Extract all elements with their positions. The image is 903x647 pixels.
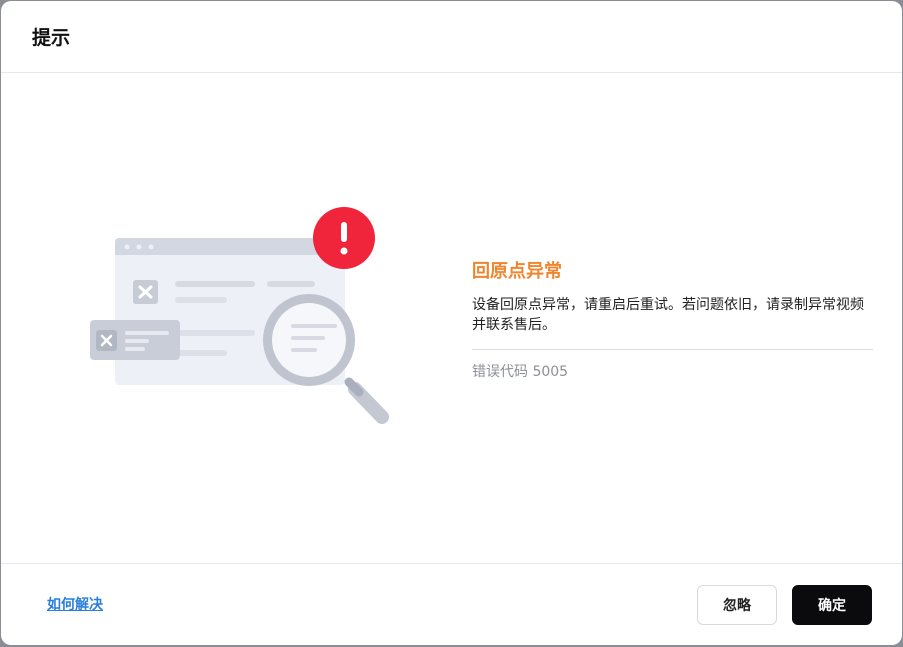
error-info: 回原点异常 设备回原点异常，请重启后重试。若问题依旧，请录制异常视频并联系售后。… bbox=[472, 259, 873, 382]
error-illustration bbox=[87, 206, 397, 431]
dialog-header: 提示 bbox=[1, 1, 902, 73]
how-to-solve-link[interactable]: 如何解决 bbox=[47, 595, 103, 615]
error-code: 错误代码 5005 bbox=[472, 364, 569, 380]
dialog-body: 回原点异常 设备回原点异常，请重启后重试。若问题依旧，请录制异常视频并联系售后。… bbox=[1, 73, 902, 563]
dialog-title: 提示 bbox=[32, 27, 71, 49]
confirm-button[interactable]: 确定 bbox=[792, 585, 872, 625]
error-description: 设备回原点异常，请重启后重试。若问题依旧，请录制异常视频并联系售后。 bbox=[472, 295, 873, 350]
error-title: 回原点异常 bbox=[472, 261, 562, 282]
dialog-footer: 如何解决 忽略 确定 bbox=[1, 563, 902, 645]
window-magnifier-icon bbox=[90, 207, 389, 424]
ignore-button[interactable]: 忽略 bbox=[697, 585, 777, 625]
error-dialog: 提示 回原点异常 设备回原点异常，请重启后重试。若问题依旧，请录制异常视频并联系… bbox=[1, 1, 902, 645]
